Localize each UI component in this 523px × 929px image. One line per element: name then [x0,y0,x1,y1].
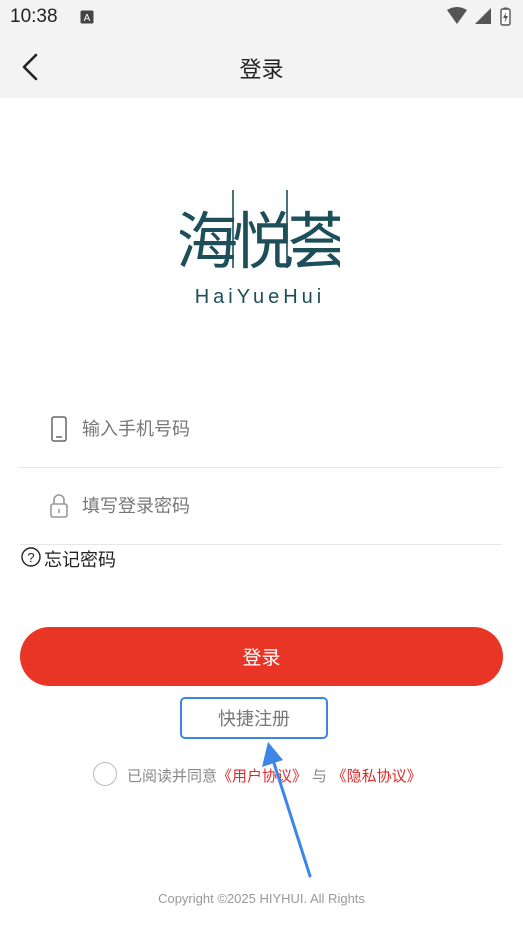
user-agreement-link[interactable]: 《用户协议》 [217,767,307,785]
a-badge-icon: A [80,10,94,24]
phone-field [20,391,502,468]
privacy-policy-link[interactable]: 《隐私协议》 [332,767,422,785]
svg-text:HaiYueHui: HaiYueHui [195,286,326,308]
copyright-text: Copyright ©2025 HIYHUI. All Rights [158,891,365,906]
svg-text:?: ? [27,550,34,565]
phone-icon [51,416,67,442]
forgot-password-label: 忘记密码 [44,550,116,571]
phone-input[interactable] [80,410,484,448]
agreement-prefix: 已阅读并同意 [127,767,218,785]
password-input[interactable] [80,487,484,525]
wifi-icon [447,7,467,24]
haiyuehui-logo: 海悦荟 HaiYueHui [180,190,340,308]
agreement-row: 已阅读并同意《用户协议》 与 《隐私协议》 [93,762,453,790]
quick-register-button[interactable]: 快捷注册 [180,697,328,739]
lock-icon [50,494,68,518]
svg-text:A: A [84,13,91,24]
agreement-text: 已阅读并同意《用户协议》 与 《隐私协议》 [127,765,422,786]
status-bar: 10:38 A [0,0,523,36]
status-time: 10:38 [10,6,58,27]
app-header: 登录 [0,36,523,98]
status-icons [447,7,511,26]
password-field [20,468,502,545]
page-title: 登录 [239,58,284,83]
signal-icon [475,8,491,24]
question-circle-icon: ? [21,547,41,567]
agreement-conjunction: 与 [311,767,327,785]
svg-text:海悦荟: 海悦荟 [180,205,340,278]
battery-icon [500,7,511,26]
login-button[interactable]: 登录 [20,627,503,686]
agreement-checkbox[interactable] [93,762,117,786]
